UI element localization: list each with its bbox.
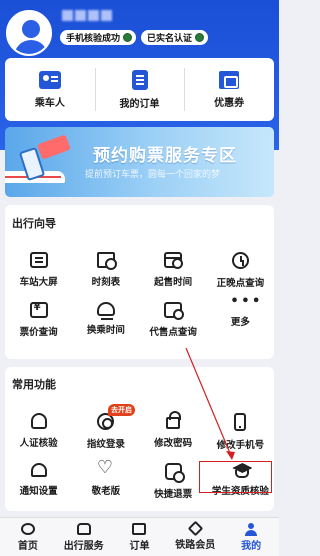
tab-me[interactable]: 我的 — [223, 518, 279, 556]
tab-membership[interactable]: 铁路会员 — [167, 518, 223, 556]
tab-orders[interactable]: 订单 — [112, 518, 168, 556]
home-icon — [20, 522, 35, 535]
vip-icon — [187, 520, 204, 537]
train-icon — [76, 522, 91, 535]
order-icon — [132, 522, 147, 535]
annotation-arrow-line — [185, 347, 233, 459]
tab-home[interactable]: 首页 — [0, 518, 56, 556]
tab-travel-service[interactable]: 出行服务 — [56, 518, 112, 556]
me-icon — [245, 522, 258, 536]
highlight-box — [199, 461, 272, 493]
annotation-arrow-head — [226, 451, 235, 460]
bottom-tabbar: 首页 出行服务 订单 铁路会员 我的 — [0, 517, 279, 556]
